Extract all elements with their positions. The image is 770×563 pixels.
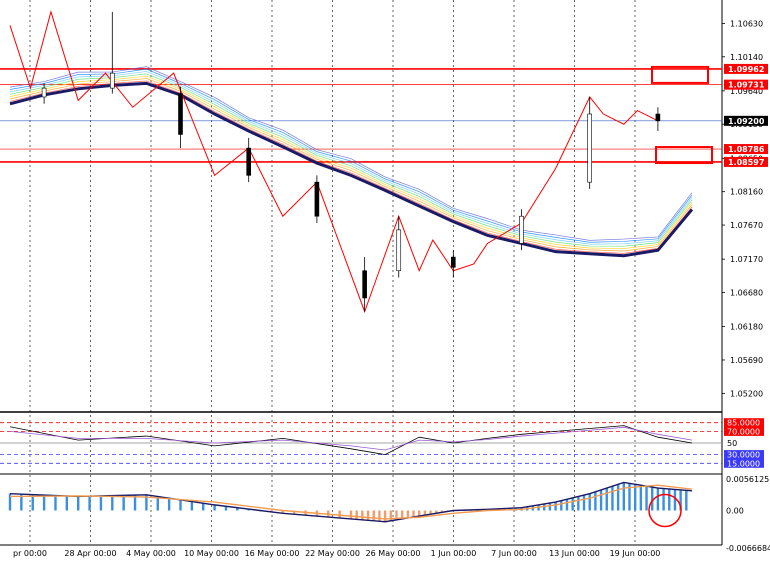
histogram-bar (361, 510, 364, 520)
candle-body (41, 87, 47, 98)
histogram-bar (65, 495, 69, 511)
y-tick-label: 1.07670 (730, 221, 763, 230)
x-tick-label: 4 May 00:00 (126, 549, 176, 558)
histogram-bar (406, 510, 410, 518)
oscillator-tick-label: 30.0000 (727, 451, 760, 460)
histogram-bar (202, 503, 205, 511)
candle-body (178, 93, 183, 135)
y-tick-label: 1.10140 (730, 53, 763, 62)
y-tick-label: 1.05690 (730, 356, 763, 365)
histogram-bar (668, 488, 671, 511)
x-tick-label: pr 00:00 (13, 549, 47, 558)
x-tick-label: 7 Jun 00:00 (491, 549, 537, 558)
histogram-bar (338, 510, 341, 518)
x-tick-label: 16 May 00:00 (245, 549, 300, 558)
histogram-bar (412, 510, 415, 518)
histogram-bar (554, 502, 557, 511)
histogram-bar (167, 498, 171, 511)
candle-body (655, 113, 661, 122)
y-tick-label: 1.06680 (730, 289, 763, 298)
x-tick-label: 19 Jun 00:00 (610, 549, 661, 558)
histogram-bar (645, 486, 648, 511)
histogram-bar (54, 495, 57, 511)
histogram-bar (662, 488, 665, 511)
candle-body (362, 270, 367, 299)
histogram-bar (560, 500, 563, 511)
histogram-bar (656, 488, 660, 511)
histogram-bar (582, 495, 586, 511)
oscillator-tick-label: 85.0000 (727, 419, 760, 428)
candle-body (110, 72, 115, 89)
x-tick-label: 28 Apr 00:00 (64, 549, 116, 558)
y-tick-label: 1.10630 (730, 19, 763, 28)
histogram-bar (349, 510, 353, 519)
candle-body (587, 113, 593, 183)
histogram-bar (190, 501, 194, 511)
histogram-bar (577, 496, 580, 511)
histogram-bar (673, 489, 677, 511)
histogram-bar (543, 503, 546, 511)
histogram-bar (378, 510, 381, 522)
chart-root: pr 00:00 28 Apr 00:00 4 May 00:00 10 May 00… (0, 0, 770, 563)
x-tick-label: 26 May 00:00 (366, 549, 421, 558)
histogram-bar (565, 499, 569, 511)
histogram-bar (88, 496, 91, 511)
x-tick-label: 10 May 00:00 (184, 549, 239, 558)
histogram-bar (99, 495, 103, 511)
y-tick-label: 1.05200 (730, 389, 763, 398)
histogram-bar (639, 485, 643, 511)
histogram-bar (213, 504, 216, 511)
histogram-bar (594, 491, 597, 511)
x-tick-label: 13 Jun 00:00 (549, 549, 600, 558)
histogram-bar (179, 499, 182, 511)
histogram-bar (571, 497, 574, 511)
price-tag-label: 1.09200 (728, 117, 765, 126)
histogram-bar (622, 482, 625, 511)
price-tag-label: 1.08786 (728, 145, 765, 154)
price-tag-label: 1.09731 (728, 81, 765, 90)
candle-body (519, 215, 524, 244)
histogram-bar (611, 486, 614, 511)
histogram-bar (111, 495, 114, 511)
candle-body (314, 181, 320, 217)
candle-body (450, 256, 456, 268)
histogram-bar (355, 510, 358, 520)
candle-body (396, 229, 402, 272)
histogram-bar (366, 510, 370, 521)
price-tag-label: 1.08597 (728, 158, 764, 167)
y-tick-label: 1.06180 (730, 323, 763, 332)
x-tick-label: 22 May 00:00 (305, 549, 360, 558)
histogram-bar (685, 490, 688, 511)
oscillator-tick-label: 70.0000 (727, 427, 760, 436)
price-tag-label: 1.09962 (728, 65, 764, 74)
histogram-tick-label: -0.0066684 (726, 544, 770, 553)
histogram-tick-label: 0.00 (726, 507, 744, 516)
histogram-bar (588, 493, 591, 511)
histogram-bar (42, 495, 46, 511)
oscillator-tick-label: 50 (727, 439, 737, 448)
histogram-bar (633, 484, 637, 511)
histogram-bar (599, 489, 603, 511)
candle-body (246, 147, 251, 176)
histogram-tick-label: 0.0056125 (726, 475, 769, 484)
oscillator-tick-label: 15.0000 (727, 459, 760, 468)
histogram-bar (605, 488, 608, 511)
y-tick-label: 1.08160 (730, 188, 763, 197)
y-tick-label: 1.07170 (730, 255, 763, 264)
histogram-bar (122, 495, 125, 511)
histogram-bar (372, 510, 375, 521)
x-tick-label: 1 Jun 00:00 (431, 549, 477, 558)
histogram-bar (77, 496, 80, 511)
histogram-bar (616, 484, 620, 511)
histogram-bar (383, 510, 387, 522)
histogram-bar (548, 503, 552, 511)
